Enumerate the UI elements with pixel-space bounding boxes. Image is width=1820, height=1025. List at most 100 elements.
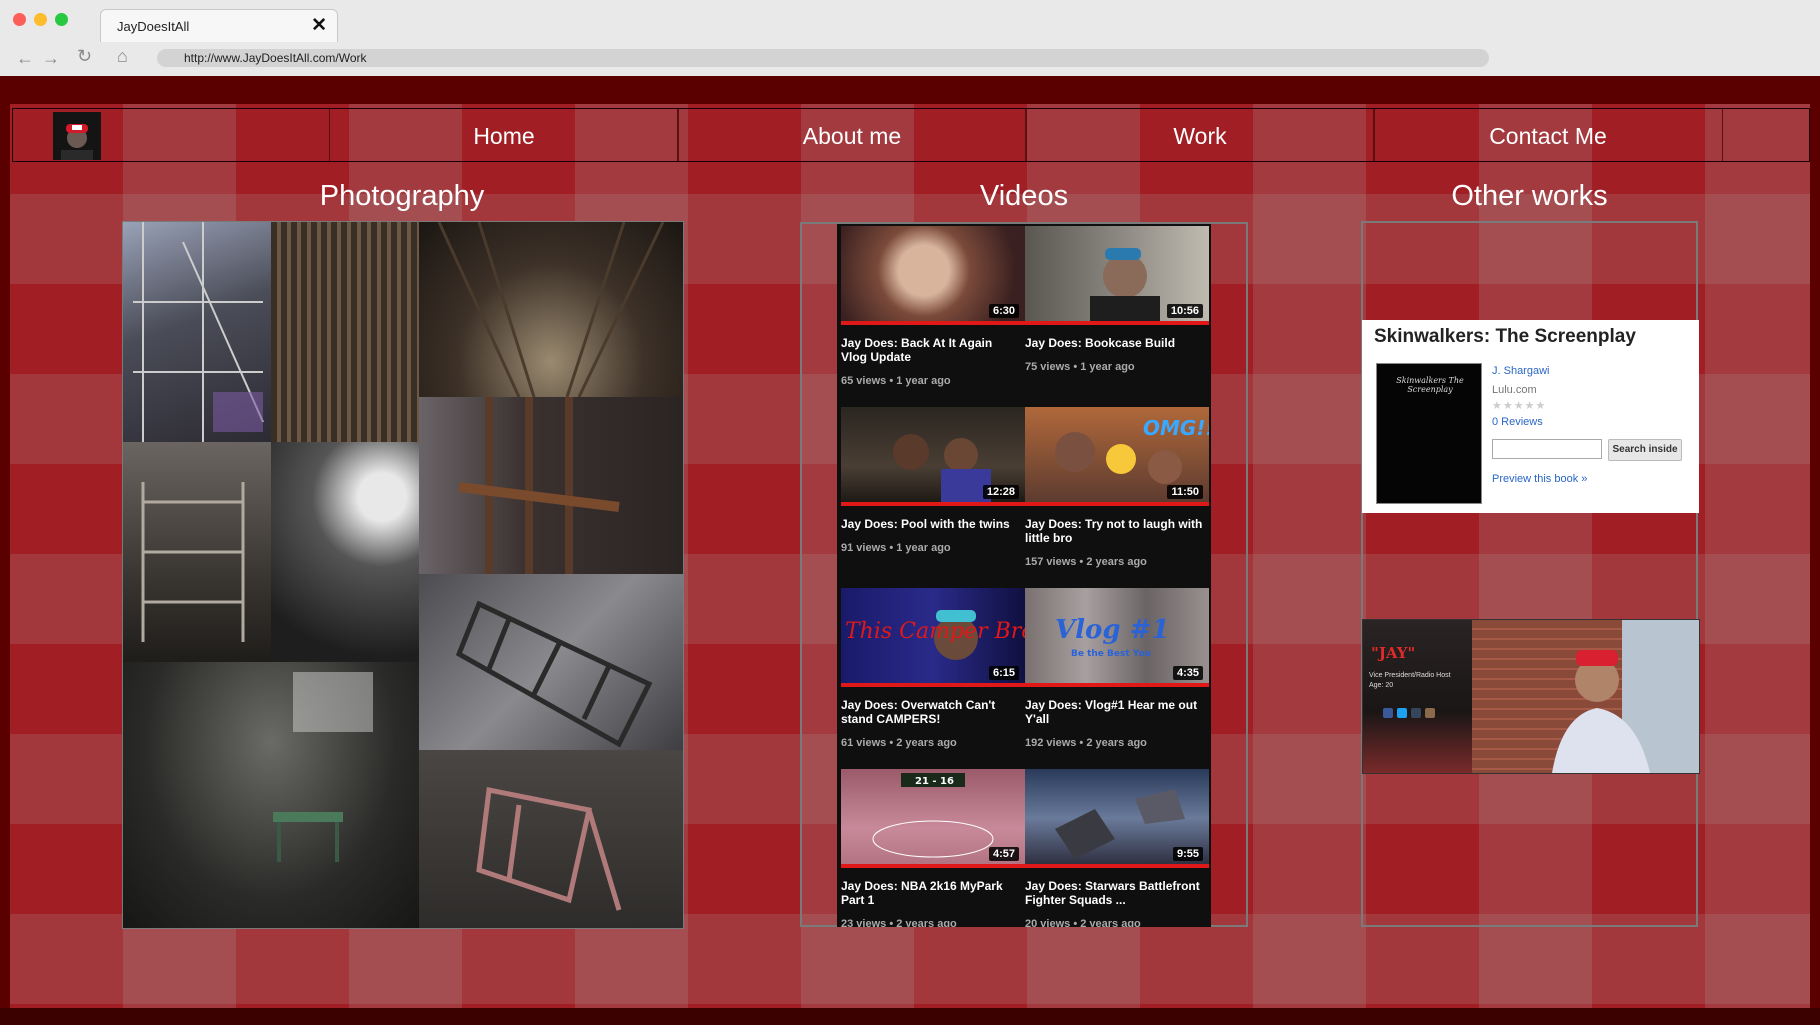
url-text: http://www.JayDoesItAll.com/Work [184, 51, 367, 65]
profile-image-card[interactable]: "JAY" Vice President/Radio Host Age: 20 [1362, 619, 1700, 774]
nav-about[interactable]: About me [677, 109, 1027, 161]
video-duration: 4:35 [1172, 666, 1203, 680]
video-duration: 4:57 [988, 847, 1019, 861]
browser-tab[interactable]: JayDoesItAll ✕ [100, 9, 338, 42]
video-thumbnail[interactable]: 10:56 [1025, 226, 1209, 325]
thumb-vlog-text: Vlog #1 [1055, 615, 1170, 645]
book-publisher: Lulu.com [1492, 384, 1537, 396]
video-card[interactable]: 6:30 Jay Does: Back At It Again Vlog Upd… [841, 226, 1025, 396]
video-card[interactable]: OMG!! 11:50 Jay Does: Try not to laugh w… [1025, 407, 1209, 577]
book-cover-text: Skinwalkers The Screenplay [1396, 376, 1464, 394]
watch-progress-bar [841, 683, 1025, 687]
watch-progress-bar [841, 864, 1025, 868]
video-title[interactable]: Jay Does: Pool with the twins [841, 517, 1019, 531]
watch-progress-bar [1025, 864, 1209, 868]
video-grid: 6:30 Jay Does: Back At It Again Vlog Upd… [837, 224, 1211, 927]
photo-cellblock[interactable] [271, 222, 419, 442]
profile-info-panel: "JAY" Vice President/Radio Host Age: 20 [1363, 620, 1472, 773]
book-reviews-link[interactable]: 0 Reviews [1492, 416, 1543, 428]
video-card[interactable]: 21 - 16 4:57 Jay Does: NBA 2k16 MyPark P… [841, 769, 1025, 927]
profile-photo [1472, 620, 1699, 773]
book-cover[interactable]: Skinwalkers The Screenplay [1376, 363, 1482, 504]
book-search-input[interactable] [1492, 439, 1602, 459]
forward-icon[interactable]: → [42, 48, 60, 69]
back-icon[interactable]: ← [16, 48, 34, 69]
site-logo[interactable] [53, 112, 101, 160]
video-meta: 23 views • 2 years ago [841, 918, 957, 927]
facebook-icon[interactable] [1383, 708, 1393, 718]
video-thumbnail[interactable]: 9:55 [1025, 769, 1209, 868]
watch-progress-bar [841, 321, 1025, 325]
video-thumbnail[interactable]: 21 - 16 4:57 [841, 769, 1025, 868]
search-inside-button[interactable]: Search inside [1608, 439, 1682, 461]
video-thumbnail[interactable]: This Camper Bro 6:15 [841, 588, 1025, 687]
video-duration: 6:15 [988, 666, 1019, 680]
profile-name: "JAY" [1371, 644, 1416, 662]
video-title[interactable]: Jay Does: Try not to laugh with little b… [1025, 517, 1203, 545]
page-bottom-band [0, 1008, 1820, 1025]
nav-contact[interactable]: Contact Me [1373, 109, 1723, 161]
close-tab-icon[interactable]: ✕ [311, 14, 327, 37]
video-card[interactable]: This Camper Bro 6:15 Jay Does: Overwatch… [841, 588, 1025, 758]
video-title[interactable]: Jay Does: NBA 2k16 MyPark Part 1 [841, 879, 1019, 907]
photo-rusty-bars[interactable] [419, 397, 683, 574]
nav-work[interactable]: Work [1025, 109, 1375, 161]
video-thumbnail[interactable]: OMG!! 11:50 [1025, 407, 1209, 506]
video-thumbnail[interactable]: 12:28 [841, 407, 1025, 506]
video-meta: 20 views • 2 years ago [1025, 918, 1141, 927]
photography-heading: Photography [319, 180, 485, 212]
reload-icon[interactable]: ↻ [77, 46, 92, 67]
photo-shelves[interactable] [123, 442, 271, 662]
photography-gallery [122, 221, 684, 929]
main-nav: Home About me Work Contact Me [12, 108, 1810, 162]
video-duration: 11:50 [1167, 485, 1203, 499]
twitter-icon[interactable] [1397, 708, 1407, 718]
minimize-window-button[interactable] [34, 13, 47, 26]
video-duration: 10:56 [1166, 304, 1203, 318]
video-meta: 65 views • 1 year ago [841, 375, 951, 387]
tumblr-icon[interactable] [1411, 708, 1421, 718]
video-duration: 9:55 [1172, 847, 1203, 861]
preview-book-link[interactable]: Preview this book » [1492, 473, 1587, 485]
photo-fallen-frame[interactable] [419, 574, 683, 750]
video-card[interactable]: 10:56 Jay Does: Bookcase Build 75 views … [1025, 226, 1209, 396]
home-icon[interactable]: ⌂ [117, 46, 128, 67]
watch-progress-bar [1025, 683, 1209, 687]
thumb-camper-text: This Camper Bro [845, 619, 1025, 644]
video-card[interactable]: Vlog #1 Be the Best You 4:35 Jay Does: Vl… [1025, 588, 1209, 758]
address-bar[interactable]: http://www.JayDoesItAll.com/Work [157, 49, 1489, 67]
nav-home[interactable]: Home [329, 109, 679, 161]
other-works-heading: Other works [1451, 180, 1608, 212]
watch-progress-bar [841, 502, 1025, 506]
video-meta: 75 views • 1 year ago [1025, 361, 1135, 373]
photo-staircase[interactable] [123, 222, 271, 442]
photo-window-room[interactable] [271, 442, 419, 662]
photo-corridor[interactable] [419, 222, 683, 397]
instagram-icon[interactable] [1425, 708, 1435, 718]
video-duration: 12:28 [982, 485, 1019, 499]
profile-role: Vice President/Radio Host [1369, 672, 1451, 679]
thumb-omg-text: OMG!! [1143, 416, 1209, 440]
close-window-button[interactable] [13, 13, 26, 26]
video-thumbnail[interactable]: 6:30 [841, 226, 1025, 325]
browser-chrome: JayDoesItAll ✕ ← → ↻ ⌂ http://www.JayDoe… [0, 0, 1820, 77]
video-title[interactable]: Jay Does: Overwatch Can't stand CAMPERS! [841, 698, 1019, 726]
video-title[interactable]: Jay Does: Starwars Battlefront Fighter S… [1025, 879, 1203, 907]
maximize-window-button[interactable] [55, 13, 68, 26]
video-card[interactable]: 9:55 Jay Does: Starwars Battlefront Figh… [1025, 769, 1209, 927]
video-title[interactable]: Jay Does: Vlog#1 Hear me out Y'all [1025, 698, 1203, 726]
video-meta: 192 views • 2 years ago [1025, 737, 1147, 749]
video-meta: 61 views • 2 years ago [841, 737, 957, 749]
video-title[interactable]: Jay Does: Bookcase Build [1025, 336, 1203, 350]
watch-progress-bar [1025, 321, 1209, 325]
book-title[interactable]: Skinwalkers: The Screenplay [1374, 326, 1636, 348]
video-thumbnail[interactable]: Vlog #1 Be the Best You 4:35 [1025, 588, 1209, 687]
photo-broken-chair[interactable] [419, 750, 683, 928]
video-card[interactable]: 12:28 Jay Does: Pool with the twins 91 v… [841, 407, 1025, 577]
book-widget: Skinwalkers: The Screenplay Skinwalkers … [1362, 320, 1699, 513]
video-meta: 91 views • 1 year ago [841, 542, 951, 554]
video-title[interactable]: Jay Does: Back At It Again Vlog Update [841, 336, 1019, 364]
videos-heading: Videos [979, 180, 1069, 212]
book-author-link[interactable]: J. Shargawi [1492, 365, 1549, 377]
photo-green-table[interactable] [123, 662, 419, 928]
